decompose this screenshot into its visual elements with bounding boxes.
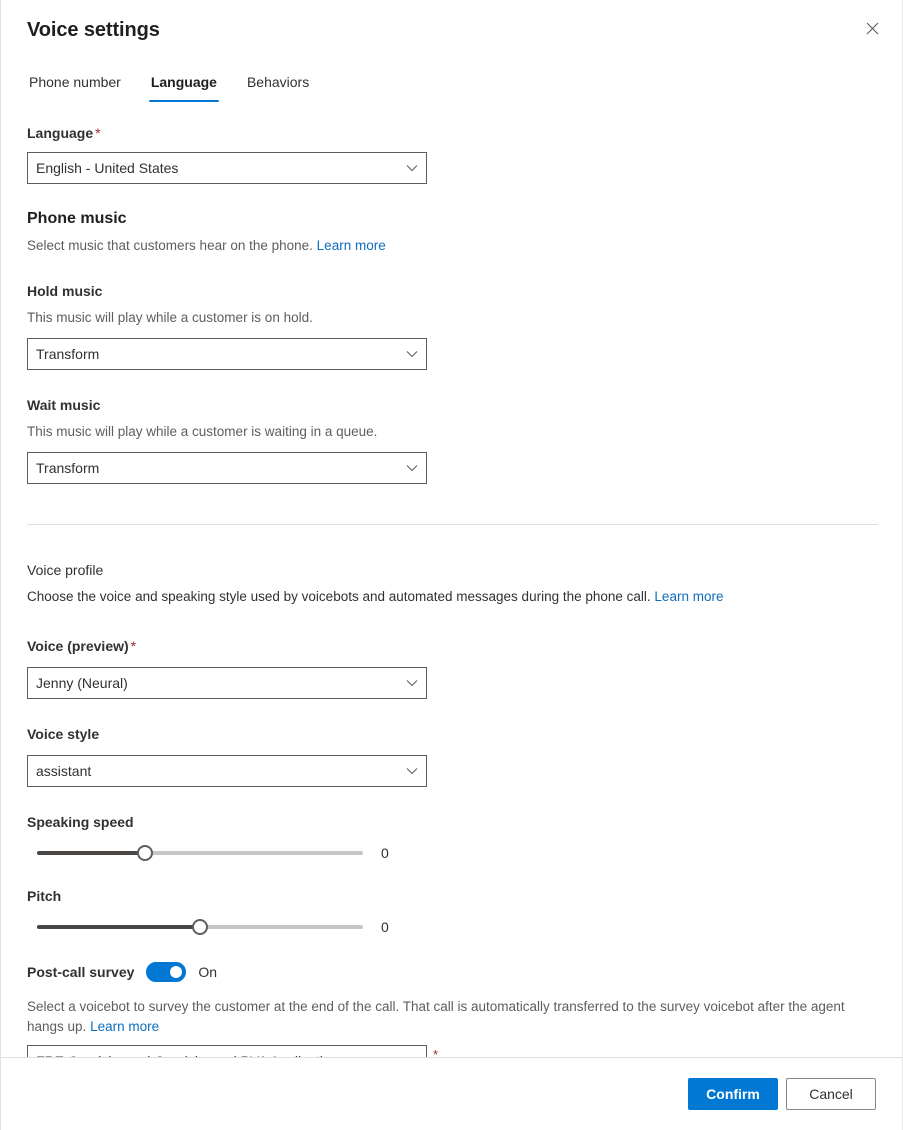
post-call-survey-toggle[interactable]	[146, 962, 187, 982]
voice-settings-panel: Voice settings Phone number Language Beh…	[0, 0, 903, 1130]
wait-music-dropdown[interactable]: Transform	[27, 452, 427, 484]
toggle-knob	[170, 966, 183, 978]
chevron-down-icon	[406, 164, 418, 172]
voice-label: Voice (preview) *	[27, 638, 137, 654]
speaking-speed-label: Speaking speed	[27, 814, 134, 830]
voice-style-label: Voice style	[27, 726, 100, 742]
page-title: Voice settings	[27, 19, 160, 41]
tab-behaviors[interactable]: Behaviors	[245, 68, 311, 102]
cancel-button[interactable]: Cancel	[786, 1078, 876, 1110]
slider-thumb[interactable]	[136, 845, 153, 861]
slider-thumb[interactable]	[192, 919, 208, 935]
voice-profile-heading: Voice profile	[27, 562, 104, 578]
voice-style-dropdown-value: assistant	[36, 763, 92, 779]
language-dropdown-value: English - United States	[36, 160, 179, 176]
confirm-button[interactable]: Confirm	[688, 1078, 778, 1110]
tab-list: Phone number Language Behaviors	[1, 62, 902, 102]
chevron-down-icon	[406, 464, 418, 472]
tab-phone-number[interactable]: Phone number	[27, 68, 123, 102]
panel-footer: Confirm Cancel	[1, 1057, 902, 1130]
voice-profile-description: Choose the voice and speaking style used…	[27, 589, 724, 604]
wait-music-group: Wait music This music will play while a …	[27, 390, 876, 484]
speaking-speed-slider[interactable]	[37, 839, 363, 867]
voice-style-field-group: Voice style assistant	[27, 719, 876, 787]
phone-music-learn-more-link[interactable]: Learn more	[317, 238, 386, 253]
phone-music-heading: Phone music	[27, 210, 127, 227]
hold-music-label: Hold music	[27, 283, 103, 299]
post-call-survey-toggle-state: On	[198, 964, 218, 980]
wait-music-label: Wait music	[27, 397, 101, 413]
post-call-survey-learn-more-link[interactable]: Learn more	[90, 1019, 159, 1034]
hold-music-group: Hold music This music will play while a …	[27, 276, 876, 370]
language-label: Language *	[27, 125, 101, 141]
pitch-group: Pitch 0	[27, 881, 876, 941]
hold-music-description: This music will play while a customer is…	[27, 310, 313, 325]
post-call-survey-label: Post-call survey	[27, 964, 135, 980]
section-divider	[27, 524, 878, 525]
hold-music-dropdown[interactable]: Transform	[27, 338, 427, 370]
pitch-value: 0	[381, 919, 389, 935]
voice-dropdown[interactable]: Jenny (Neural)	[27, 667, 427, 699]
close-button[interactable]	[856, 12, 888, 44]
speaking-speed-group: Speaking speed 0	[27, 807, 876, 867]
language-field-group: Language * English - United States	[27, 118, 876, 184]
voice-profile-section: Voice profile Choose the voice and speak…	[27, 559, 876, 941]
voice-style-dropdown[interactable]: assistant	[27, 755, 427, 787]
wait-music-dropdown-value: Transform	[36, 460, 100, 476]
speaking-speed-row: 0	[27, 839, 876, 867]
tab-language[interactable]: Language	[148, 68, 220, 102]
pitch-label: Pitch	[27, 888, 62, 904]
pitch-slider[interactable]	[37, 913, 363, 941]
voice-profile-learn-more-link[interactable]: Learn more	[654, 589, 723, 604]
slider-fill	[37, 925, 200, 929]
panel-body: Language * English - United States Phone …	[1, 118, 902, 1077]
phone-music-description: Select music that customers hear on the …	[27, 238, 386, 253]
speaking-speed-value: 0	[381, 845, 389, 861]
wait-music-description: This music will play while a customer is…	[27, 424, 378, 439]
voice-field-group: Voice (preview) * Jenny (Neural)	[27, 631, 876, 699]
post-call-survey-toggle-row: Post-call survey On	[27, 957, 876, 987]
phone-music-section: Phone music Select music that customers …	[27, 208, 876, 484]
close-icon	[866, 22, 878, 34]
chevron-down-icon	[406, 679, 418, 687]
required-asterisk: *	[130, 638, 137, 654]
pitch-row: 0	[27, 913, 876, 941]
language-dropdown[interactable]: English - United States	[27, 152, 427, 184]
slider-fill	[37, 851, 145, 855]
chevron-down-icon	[406, 350, 418, 358]
chevron-down-icon	[406, 767, 418, 775]
panel-header: Voice settings	[1, 0, 902, 56]
required-asterisk: *	[95, 125, 101, 141]
voice-dropdown-value: Jenny (Neural)	[36, 675, 128, 691]
post-call-survey-description: Select a voicebot to survey the customer…	[27, 999, 845, 1034]
hold-music-dropdown-value: Transform	[36, 346, 100, 362]
